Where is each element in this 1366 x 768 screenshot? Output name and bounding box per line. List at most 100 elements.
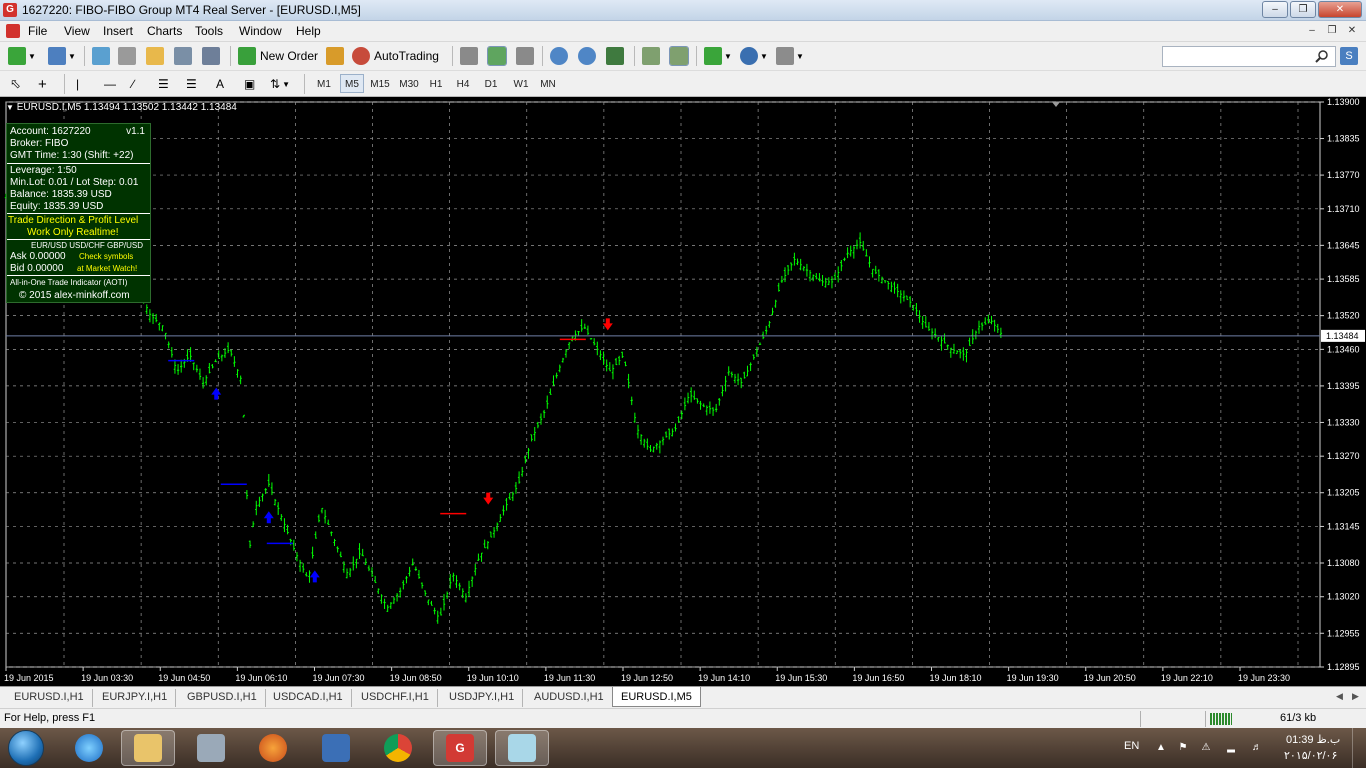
explorer-folder-icon[interactable] — [121, 730, 175, 766]
fibonacci-button[interactable]: ☰ — [186, 74, 197, 94]
gmt-text: GMT Time: 1:30 (Shift: +22) — [10, 150, 134, 161]
navigator-button[interactable] — [146, 46, 164, 66]
child-close-icon[interactable]: ✕ — [1344, 24, 1360, 38]
periods-button[interactable]: ▼ — [740, 46, 768, 66]
navigator-star-icon — [146, 47, 164, 65]
tab-eurusd-h1[interactable]: EURUSD.I,H1 — [6, 689, 93, 707]
crosshair-button[interactable]: + — [38, 74, 47, 94]
action-center-icon[interactable]: ⚑ — [1176, 741, 1190, 755]
menu-view[interactable]: View — [64, 24, 90, 38]
tab-scroll-left-icon[interactable]: ◀ — [1336, 691, 1343, 702]
mt4-fibo-icon[interactable]: G — [433, 730, 487, 766]
language-indicator[interactable]: EN — [1124, 740, 1139, 752]
calculator-icon[interactable] — [184, 730, 238, 766]
network-warning-icon[interactable]: ⚠ — [1199, 741, 1213, 755]
data-window-button[interactable] — [118, 46, 136, 66]
notepad-icon[interactable] — [495, 730, 549, 766]
menu-tools[interactable]: Tools — [195, 24, 223, 38]
show-hidden-icons-icon[interactable]: ▲ — [1154, 741, 1168, 755]
market-watch-button[interactable] — [92, 46, 110, 66]
terminal-button[interactable] — [174, 46, 192, 66]
app-logo-icon[interactable]: G — [3, 3, 17, 17]
metaeditor-icon — [326, 47, 344, 65]
timeframe-m5[interactable]: M5 — [340, 74, 364, 93]
tile-windows-button[interactable] — [606, 46, 624, 66]
search-input[interactable] — [1162, 46, 1336, 67]
cursor-button[interactable]: ⬁ — [10, 74, 21, 94]
price-chart[interactable]: 1.13900 1.13835 1.13770 1.13710 1.13645 1.135… — [0, 97, 1366, 686]
start-orb[interactable] — [8, 730, 44, 766]
templates-icon — [776, 47, 794, 65]
restore-icon[interactable]: ❐ — [1290, 1, 1316, 18]
timeframe-h1[interactable]: H1 — [425, 74, 447, 93]
chart-window-icon[interactable] — [6, 24, 20, 38]
indicators-icon — [704, 47, 722, 65]
autotrading-button[interactable]: AutoTrading — [352, 46, 439, 66]
menu-window[interactable]: Window — [239, 24, 282, 38]
text-button[interactable]: A — [216, 74, 224, 94]
new-chart-button[interactable]: ▼ — [8, 46, 36, 66]
bar-chart-button[interactable] — [460, 46, 478, 66]
y-tick-label: 1.12955 — [1327, 628, 1360, 638]
timeframe-mn[interactable]: MN — [536, 74, 560, 93]
zoom-out-button[interactable] — [578, 46, 596, 66]
chart-window[interactable]: 1.13900 1.13835 1.13770 1.13710 1.13645 1.135… — [0, 97, 1366, 686]
tab-gbpusd-h1[interactable]: GBPUSD.I,H1 — [179, 689, 266, 707]
horizontal-line-button[interactable]: — — [104, 74, 116, 94]
show-desktop-button[interactable] — [1352, 728, 1366, 768]
tab-audusd-h1[interactable]: AUDUSD.I,H1 — [526, 689, 613, 707]
tab-usdchf-h1[interactable]: USDCHF.I,H1 — [353, 689, 438, 707]
tab-eurusd-m5[interactable]: EURUSD.I,M5 — [612, 687, 701, 707]
metaeditor-button[interactable] — [326, 46, 344, 66]
firefox-icon[interactable] — [246, 730, 300, 766]
help-chat-icon[interactable]: S — [1340, 47, 1358, 65]
menu-insert[interactable]: Insert — [103, 24, 133, 38]
indicators-button[interactable]: ▼ — [704, 46, 732, 66]
internet-explorer-icon[interactable] — [62, 730, 116, 766]
search-icon[interactable] — [1315, 49, 1329, 63]
minimize-icon[interactable]: – — [1262, 1, 1288, 18]
vertical-line-button[interactable]: | — [76, 74, 79, 94]
equidistant-channel-button[interactable]: ☰ — [158, 74, 169, 94]
timeframe-m30[interactable]: M30 — [396, 74, 422, 93]
volume-icon[interactable]: ♬ — [1250, 741, 1264, 755]
trendline-button[interactable]: ∕ — [132, 74, 134, 94]
chart-shift-button[interactable] — [669, 46, 689, 66]
candlestick-button[interactable] — [487, 46, 507, 66]
line-studies-toolbar: ⬁ + | — ∕ ☰ ☰ A ▣ ⇅ ▼ M1 M5 M15 M30 H1 H4… — [0, 71, 1366, 97]
timeframe-m1[interactable]: M1 — [312, 74, 336, 93]
new-order-button[interactable]: New Order — [238, 46, 318, 66]
profiles-button[interactable]: ▼ — [48, 46, 76, 66]
child-minimize-icon[interactable]: – — [1304, 24, 1320, 38]
clock-date[interactable]: ۲۰۱۵/۰۲/۰۶ — [1284, 749, 1337, 762]
tab-usdcad-h1[interactable]: USDCAD.I,H1 — [265, 689, 352, 707]
menu-charts[interactable]: Charts — [147, 24, 182, 38]
arrows-button[interactable]: ⇅ ▼ — [270, 74, 290, 94]
timeframe-d1[interactable]: D1 — [480, 74, 502, 93]
symbols-header: EUR/USD USD/CHF GBP/USD — [31, 241, 144, 250]
text-label-button[interactable]: ▣ — [244, 74, 255, 94]
remote-desktop-icon[interactable] — [309, 730, 363, 766]
line-chart-button[interactable] — [516, 46, 534, 66]
clock-time[interactable]: 01:39 ب.ظ — [1286, 733, 1340, 746]
toolbar-separator — [84, 46, 85, 66]
signal-icon[interactable]: ▂ — [1224, 741, 1238, 755]
strategy-tester-button[interactable] — [202, 46, 220, 66]
close-icon[interactable]: ✕ — [1318, 1, 1362, 18]
tab-eurjpy-h1[interactable]: EURJPY.I,H1 — [94, 689, 177, 707]
menu-file[interactable]: File — [28, 24, 47, 38]
y-tick-label: 1.13330 — [1327, 417, 1360, 427]
timeframe-w1[interactable]: W1 — [509, 74, 533, 93]
timeframe-h4[interactable]: H4 — [452, 74, 474, 93]
connection-status-icon[interactable] — [1210, 713, 1232, 725]
menu-help[interactable]: Help — [296, 24, 321, 38]
autoscroll-button[interactable] — [642, 46, 660, 66]
collapse-triangle-icon[interactable]: ▼ — [6, 103, 14, 112]
chrome-icon[interactable] — [371, 730, 425, 766]
timeframe-m15[interactable]: M15 — [366, 74, 394, 93]
child-restore-icon[interactable]: ❐ — [1324, 24, 1340, 38]
templates-button[interactable]: ▼ — [776, 46, 804, 66]
tab-usdjpy-h1[interactable]: USDJPY.I,H1 — [441, 689, 524, 707]
tab-scroll-right-icon[interactable]: ▶ — [1352, 691, 1359, 702]
zoom-in-button[interactable] — [550, 46, 568, 66]
